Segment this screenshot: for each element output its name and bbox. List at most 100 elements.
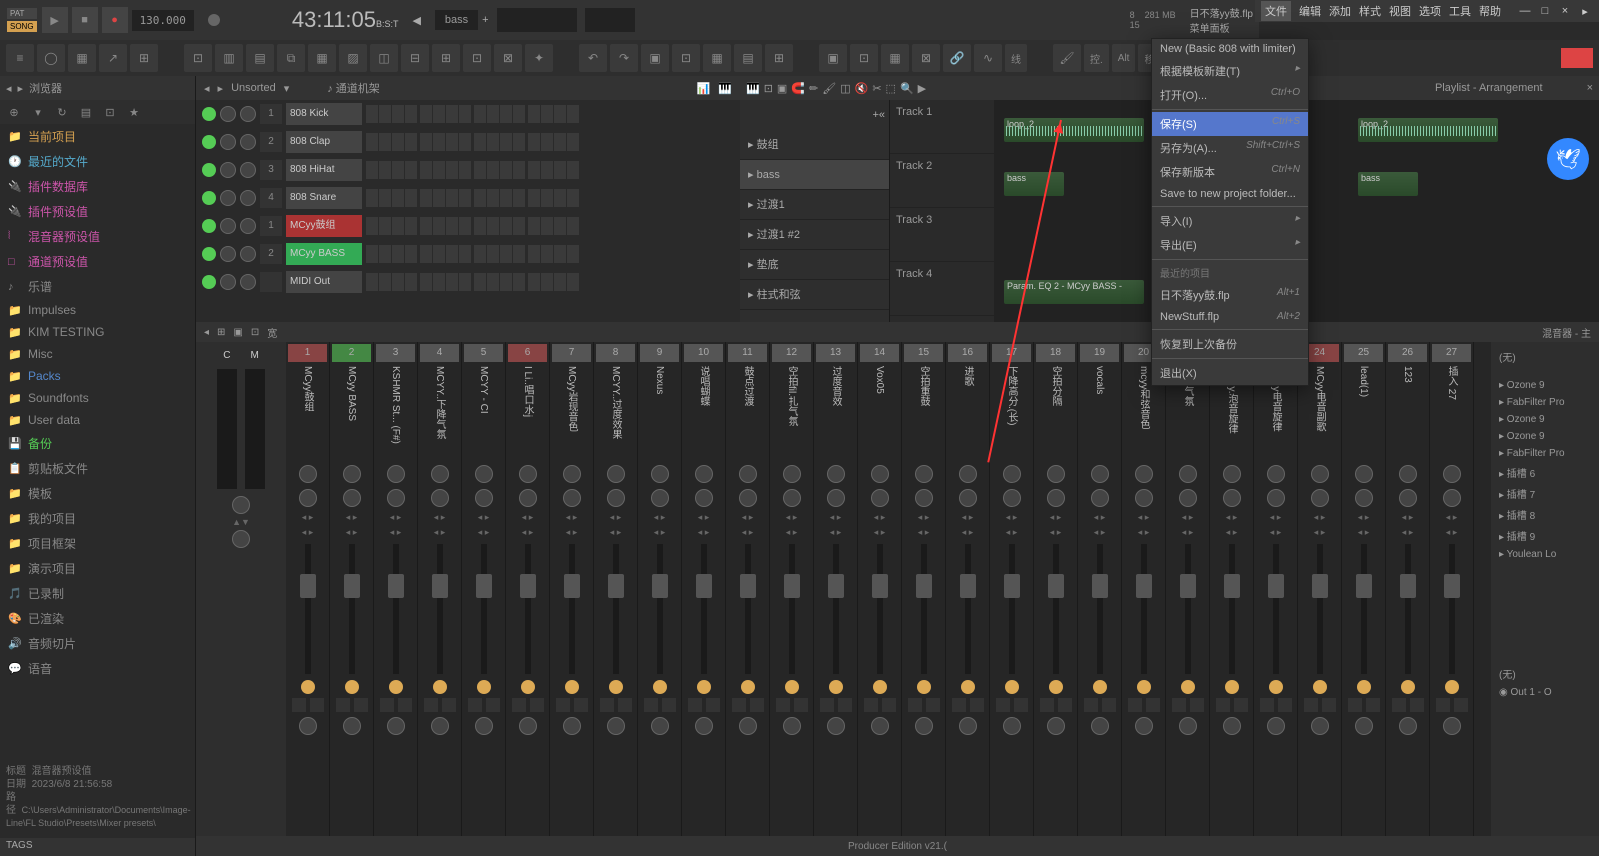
route-arrows[interactable]: ◂ ▸ <box>1050 512 1062 523</box>
zoom-icon[interactable]: 🔍 <box>900 82 914 95</box>
fader-slot[interactable] <box>393 544 399 674</box>
step-button[interactable] <box>554 273 566 291</box>
step-button[interactable] <box>487 133 499 151</box>
stereo-knob[interactable] <box>1443 489 1461 507</box>
fader-slot[interactable] <box>877 544 883 674</box>
panel-icon[interactable]: ▨ <box>339 44 367 72</box>
pat-song-toggle[interactable]: PAT SONG <box>6 7 38 33</box>
route-arrows[interactable]: ◂ ▸ <box>1006 527 1018 538</box>
fader-handle[interactable] <box>696 574 712 598</box>
step-button[interactable] <box>433 217 445 235</box>
send-knob[interactable] <box>871 717 889 735</box>
route-arrows[interactable]: ◂ ▸ <box>1358 527 1370 538</box>
mute-button[interactable] <box>1269 680 1283 694</box>
mixer-track[interactable]: 27 插入 27 ◂ ▸ ◂ ▸ <box>1430 342 1474 836</box>
tool-icon[interactable]: ⊡ <box>850 44 878 72</box>
track-name[interactable]: MCyy鼓组 <box>300 362 315 462</box>
send-button[interactable] <box>1084 698 1098 712</box>
browser-item[interactable]: 📋剪贴板文件 <box>0 456 195 481</box>
track-number[interactable]: 19 <box>1080 344 1119 362</box>
stereo-knob[interactable] <box>1047 489 1065 507</box>
step-button[interactable] <box>541 217 553 235</box>
mute-button[interactable] <box>389 680 403 694</box>
send-button[interactable] <box>644 698 658 712</box>
step-button[interactable] <box>420 161 432 179</box>
pan-knob[interactable] <box>1311 465 1329 483</box>
step-button[interactable] <box>487 273 499 291</box>
track-name[interactable]: 下降高分.(长) <box>1004 362 1019 462</box>
mixer-track[interactable]: 6 I Li..唱口水j ◂ ▸ ◂ ▸ <box>506 342 550 836</box>
browser-item[interactable]: 📁项目框架 <box>0 531 195 556</box>
step-button[interactable] <box>554 133 566 151</box>
stereo-knob[interactable] <box>915 489 933 507</box>
route-arrows[interactable]: ◂ ▸ <box>742 512 754 523</box>
fader-slot[interactable] <box>965 544 971 674</box>
fader-handle[interactable] <box>608 574 624 598</box>
fader-handle[interactable] <box>1136 574 1152 598</box>
pattern-item[interactable]: ▸ 鼓组 <box>740 130 889 160</box>
channel-name[interactable]: MCyy BASS <box>286 243 362 265</box>
fader-slot[interactable] <box>833 544 839 674</box>
send-button[interactable] <box>1040 698 1054 712</box>
mixer-track[interactable]: 5 MCYY - CI ◂ ▸ ◂ ▸ <box>462 342 506 836</box>
step-button[interactable] <box>474 189 486 207</box>
stereo-knob[interactable] <box>1223 489 1241 507</box>
fx-slot[interactable]: ▸ FabFilter Pro <box>1495 445 1595 462</box>
step-button[interactable] <box>459 189 471 207</box>
step-button[interactable] <box>405 105 417 123</box>
track-name[interactable]: vocals <box>1094 362 1105 462</box>
track-number[interactable]: 17 <box>992 344 1031 362</box>
stereo-knob[interactable] <box>1311 489 1329 507</box>
pan-knob[interactable] <box>915 465 933 483</box>
vol-knob[interactable] <box>240 162 256 178</box>
menu-item[interactable]: New (Basic 808 with limiter) <box>1152 39 1308 59</box>
fx-slot[interactable]: ▸ Ozone 9 <box>1495 377 1595 394</box>
tool-icon[interactable]: ⊞ <box>217 327 225 338</box>
step-button[interactable] <box>379 273 391 291</box>
step-button[interactable] <box>446 245 458 263</box>
slot-default[interactable]: (无) <box>1495 346 1595 367</box>
step-button[interactable] <box>366 161 378 179</box>
mixer-track[interactable]: 23 MCyy电音旋律 ◂ ▸ ◂ ▸ <box>1254 342 1298 836</box>
track-name[interactable]: 空拍fil.扎气氛 <box>784 362 799 462</box>
play-icon[interactable]: ▶ <box>918 82 926 95</box>
fader-slot[interactable] <box>1229 544 1235 674</box>
send-button[interactable] <box>908 698 922 712</box>
track-name[interactable]: MCYY..过度效果 <box>608 362 623 462</box>
track-number[interactable]: 3 <box>376 344 415 362</box>
pan-knob[interactable] <box>220 274 236 290</box>
fader-handle[interactable] <box>828 574 844 598</box>
step-button[interactable] <box>487 189 499 207</box>
tool-icon[interactable]: ⊡ <box>251 327 259 338</box>
browser-item[interactable]: 📁Packs <box>0 365 195 387</box>
track-name[interactable]: mcyy和弦音色 <box>1136 362 1151 462</box>
panel-icon[interactable]: ⊠ <box>494 44 522 72</box>
track-name[interactable]: 鼓点过渡 <box>740 362 755 462</box>
stereo-knob[interactable] <box>1091 489 1109 507</box>
pan-knob[interactable] <box>959 465 977 483</box>
route-arrows[interactable]: ◂ ▸ <box>610 527 622 538</box>
track-number[interactable]: 14 <box>860 344 899 362</box>
channel-num[interactable]: 3 <box>260 160 282 180</box>
fader-slot[interactable] <box>1273 544 1279 674</box>
stereo-knob[interactable] <box>739 489 757 507</box>
route-arrows[interactable]: ◂ ▸ <box>478 527 490 538</box>
fader-slot[interactable] <box>613 544 619 674</box>
track-number[interactable]: 12 <box>772 344 811 362</box>
mixer-track[interactable]: 14 Vox05 ◂ ▸ ◂ ▸ <box>858 342 902 836</box>
close-icon[interactable]: × <box>1587 82 1593 94</box>
track-name[interactable]: 说唱蝴蝶 <box>696 362 711 462</box>
track-header[interactable]: Track 1 <box>890 100 994 154</box>
panel-icon[interactable]: ▥ <box>215 44 243 72</box>
menu-item-recent[interactable]: 日不落yy鼓.flpAlt+1 <box>1152 283 1308 307</box>
send-button[interactable] <box>750 698 764 712</box>
fader-slot[interactable] <box>1053 544 1059 674</box>
mute-button[interactable] <box>1357 680 1371 694</box>
fader-handle[interactable] <box>872 574 888 598</box>
piano-icon[interactable]: 🎹 <box>718 82 732 95</box>
step-button[interactable] <box>459 105 471 123</box>
track-number[interactable]: 15 <box>904 344 943 362</box>
pan-knob[interactable] <box>1443 465 1461 483</box>
tool-icon[interactable]: ▣ <box>777 82 787 95</box>
send-button[interactable] <box>1146 698 1160 712</box>
